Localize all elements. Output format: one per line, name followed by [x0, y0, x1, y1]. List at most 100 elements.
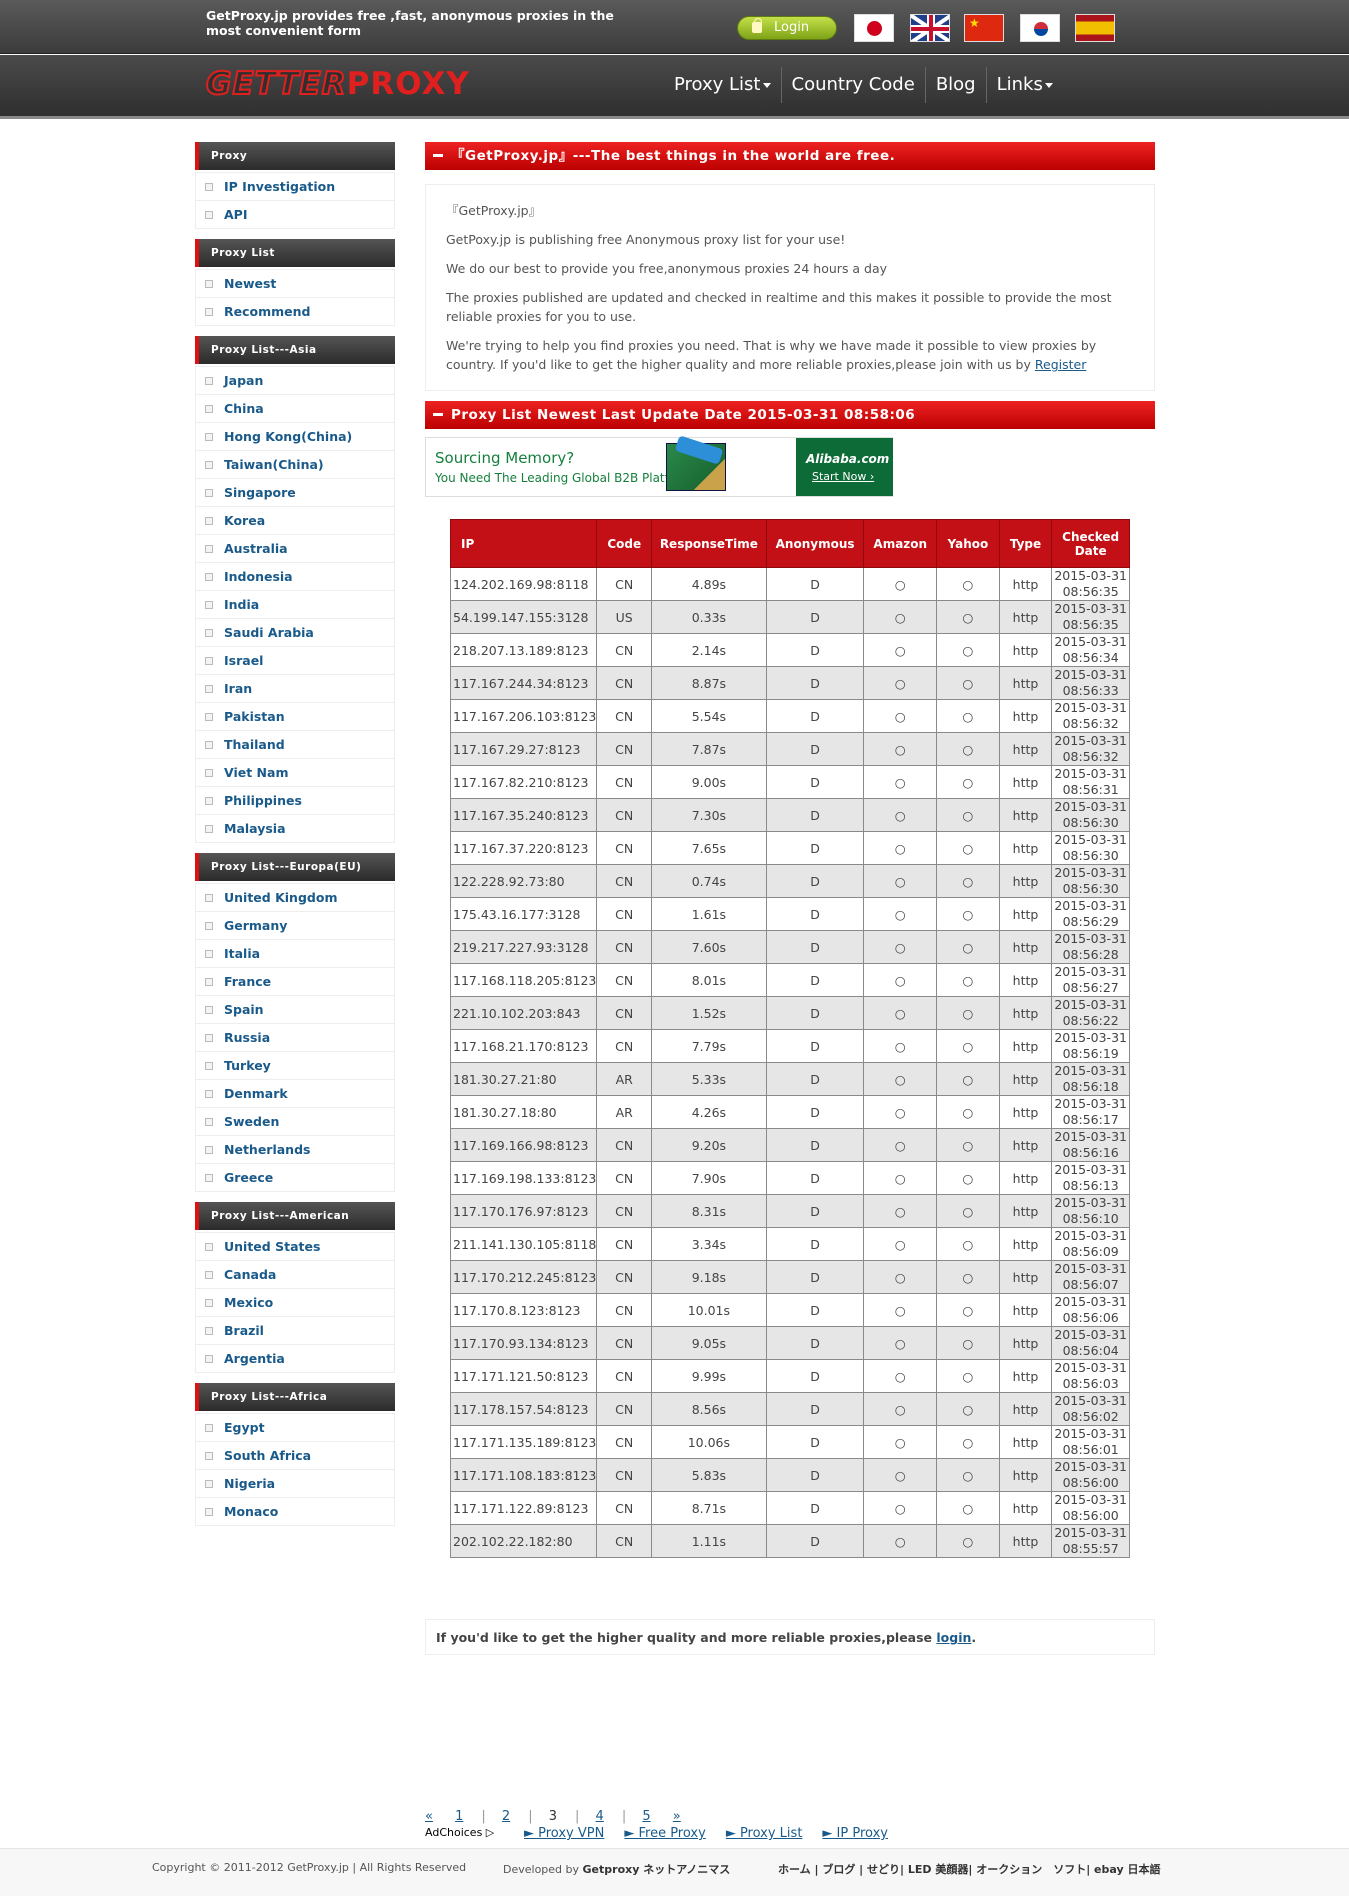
checked-date: 2015-03-31 — [1054, 1525, 1127, 1540]
cell-amazon: ○ — [863, 1491, 938, 1525]
sidebar-item[interactable]: Sweden — [196, 1107, 394, 1135]
sidebar-item[interactable]: Egypt — [196, 1413, 394, 1441]
cell-yahoo: ○ — [936, 1392, 1000, 1426]
sidebar-item[interactable]: Malaysia — [196, 814, 394, 842]
checked-time: 08:55:57 — [1062, 1541, 1119, 1556]
sidebar-item[interactable]: Israel — [196, 646, 394, 674]
sidebar-item-label: Hong Kong(China) — [224, 429, 353, 444]
cell-anonymous: D — [765, 798, 865, 832]
cell-yahoo: ○ — [936, 1326, 1000, 1360]
ad-link-free-proxy[interactable]: ► Free Proxy — [624, 1826, 705, 1841]
sidebar-item[interactable]: United States — [196, 1232, 394, 1260]
sidebar-item[interactable]: Saudi Arabia — [196, 618, 394, 646]
sidebar-item[interactable]: Denmark — [196, 1079, 394, 1107]
sidebar-item[interactable]: Pakistan — [196, 702, 394, 730]
sidebar-item[interactable]: Greece — [196, 1163, 394, 1191]
nav-blog[interactable]: Blog — [924, 67, 986, 103]
sidebar-item[interactable]: Russia — [196, 1023, 394, 1051]
sidebar-item[interactable]: Thailand — [196, 730, 394, 758]
sidebar-item[interactable]: API — [196, 200, 394, 228]
nav-proxy-list[interactable]: Proxy List — [664, 67, 781, 103]
footer-links[interactable]: ホーム | ブログ | せどり| LED 美顔器| オークション ソフト| eb… — [778, 1861, 1160, 1877]
login-button[interactable]: Login — [737, 16, 837, 40]
cell-anonymous: D — [765, 864, 865, 898]
sidebar-item[interactable]: Monaco — [196, 1497, 394, 1525]
cell-checked-date: 2015-03-31 08:56:31 — [1051, 765, 1130, 799]
ad-link-ip-proxy[interactable]: ► IP Proxy — [822, 1826, 888, 1841]
sidebar-item[interactable]: Canada — [196, 1260, 394, 1288]
site-logo[interactable]: GETTERPROXY — [205, 66, 470, 102]
pager-page-4[interactable]: 4 — [596, 1809, 604, 1824]
pager-page-1[interactable]: 1 — [455, 1809, 463, 1824]
sidebar-item-label: Brazil — [224, 1323, 264, 1338]
sidebar-item[interactable]: Viet Nam — [196, 758, 394, 786]
cell-code: CN — [596, 1524, 653, 1558]
sidebar-item[interactable]: United Kingdom — [196, 883, 394, 911]
cell-code: CN — [596, 1029, 653, 1063]
spain-flag-icon[interactable] — [1075, 14, 1115, 42]
cell-anonymous: D — [765, 1425, 865, 1459]
cell-checked-date: 2015-03-31 08:56:02 — [1051, 1392, 1130, 1426]
sidebar-item[interactable]: Japan — [196, 366, 394, 394]
nav-country-code[interactable]: Country Code — [780, 67, 925, 103]
sidebar-item[interactable]: Australia — [196, 534, 394, 562]
cell-type: http — [998, 1359, 1053, 1393]
cell-amazon: ○ — [863, 1326, 938, 1360]
japan-flag-icon[interactable] — [854, 14, 894, 42]
sidebar-item-label: South Africa — [224, 1448, 312, 1463]
sidebar-item[interactable]: Mexico — [196, 1288, 394, 1316]
adchoices-label[interactable]: AdChoices ▷ — [425, 1826, 494, 1839]
sidebar-item-label: API — [224, 207, 248, 222]
sidebar-item[interactable]: Taiwan(China) — [196, 450, 394, 478]
register-link[interactable]: Register — [1035, 357, 1086, 372]
sidebar-item[interactable]: South Africa — [196, 1441, 394, 1469]
table-row: 122.228.92.73:80 CN 0.74s D ○ ○ http 2015-03-31… — [449, 864, 1130, 898]
checked-date: 2015-03-31 — [1054, 733, 1127, 748]
sidebar-item[interactable]: Turkey — [196, 1051, 394, 1079]
sidebar-item[interactable]: India — [196, 590, 394, 618]
cell-anonymous: D — [765, 600, 865, 634]
sidebar-item[interactable]: Germany — [196, 911, 394, 939]
sidebar-item[interactable]: Italia — [196, 939, 394, 967]
sidebar-item[interactable]: Nigeria — [196, 1469, 394, 1497]
sidebar-item[interactable]: Hong Kong(China) — [196, 422, 394, 450]
sidebar-item[interactable]: Philippines — [196, 786, 394, 814]
ad-link-proxy-vpn[interactable]: ► Proxy VPN — [524, 1826, 604, 1841]
sidebar-item[interactable]: Recommend — [196, 297, 394, 325]
sidebar-item[interactable]: Netherlands — [196, 1135, 394, 1163]
china-flag-icon[interactable] — [964, 14, 1004, 42]
sidebar-item[interactable]: Singapore — [196, 478, 394, 506]
pager-page-5[interactable]: 5 — [642, 1809, 650, 1824]
sidebar-item[interactable]: Korea — [196, 506, 394, 534]
sidebar-item[interactable]: France — [196, 967, 394, 995]
pager-page-2[interactable]: 2 — [502, 1809, 510, 1824]
sidebar-item[interactable]: Indonesia — [196, 562, 394, 590]
sidebar-item[interactable]: Iran — [196, 674, 394, 702]
sidebar-item[interactable]: Newest — [196, 269, 394, 297]
uk-flag-icon[interactable] — [910, 14, 950, 42]
caret-down-icon — [762, 82, 771, 88]
bullet-icon — [205, 183, 213, 191]
pager-next[interactable]: » — [673, 1809, 681, 1824]
table-header-row: IP Code ResponseTime Anonymous Amazon Ya… — [449, 519, 1130, 568]
cell-checked-date: 2015-03-31 08:56:13 — [1051, 1161, 1130, 1195]
ad-link-proxy-list[interactable]: ► Proxy List — [726, 1826, 803, 1841]
pager-prev[interactable]: « — [425, 1809, 433, 1824]
ad-start-now[interactable]: Start Now › — [812, 470, 874, 483]
cell-response-time: 0.33s — [651, 600, 767, 634]
sidebar-item[interactable]: Brazil — [196, 1316, 394, 1344]
sidebar-item[interactable]: China — [196, 394, 394, 422]
checked-date: 2015-03-31 — [1054, 1096, 1127, 1111]
cell-anonymous: D — [765, 666, 865, 700]
nav-links[interactable]: Links — [985, 67, 1063, 103]
collapse-icon[interactable] — [433, 413, 443, 416]
login-link[interactable]: login — [936, 1630, 971, 1645]
sidebar-item[interactable]: Spain — [196, 995, 394, 1023]
cell-code: CN — [596, 699, 653, 733]
sidebar-item-label: Iran — [224, 681, 253, 696]
ad-banner[interactable]: Sourcing Memory? You Need The Leading Gl… — [425, 435, 893, 497]
collapse-icon[interactable] — [433, 154, 443, 157]
korea-flag-icon[interactable] — [1020, 14, 1060, 42]
sidebar-item[interactable]: Argentia — [196, 1344, 394, 1372]
sidebar-item[interactable]: IP Investigation — [196, 172, 394, 200]
